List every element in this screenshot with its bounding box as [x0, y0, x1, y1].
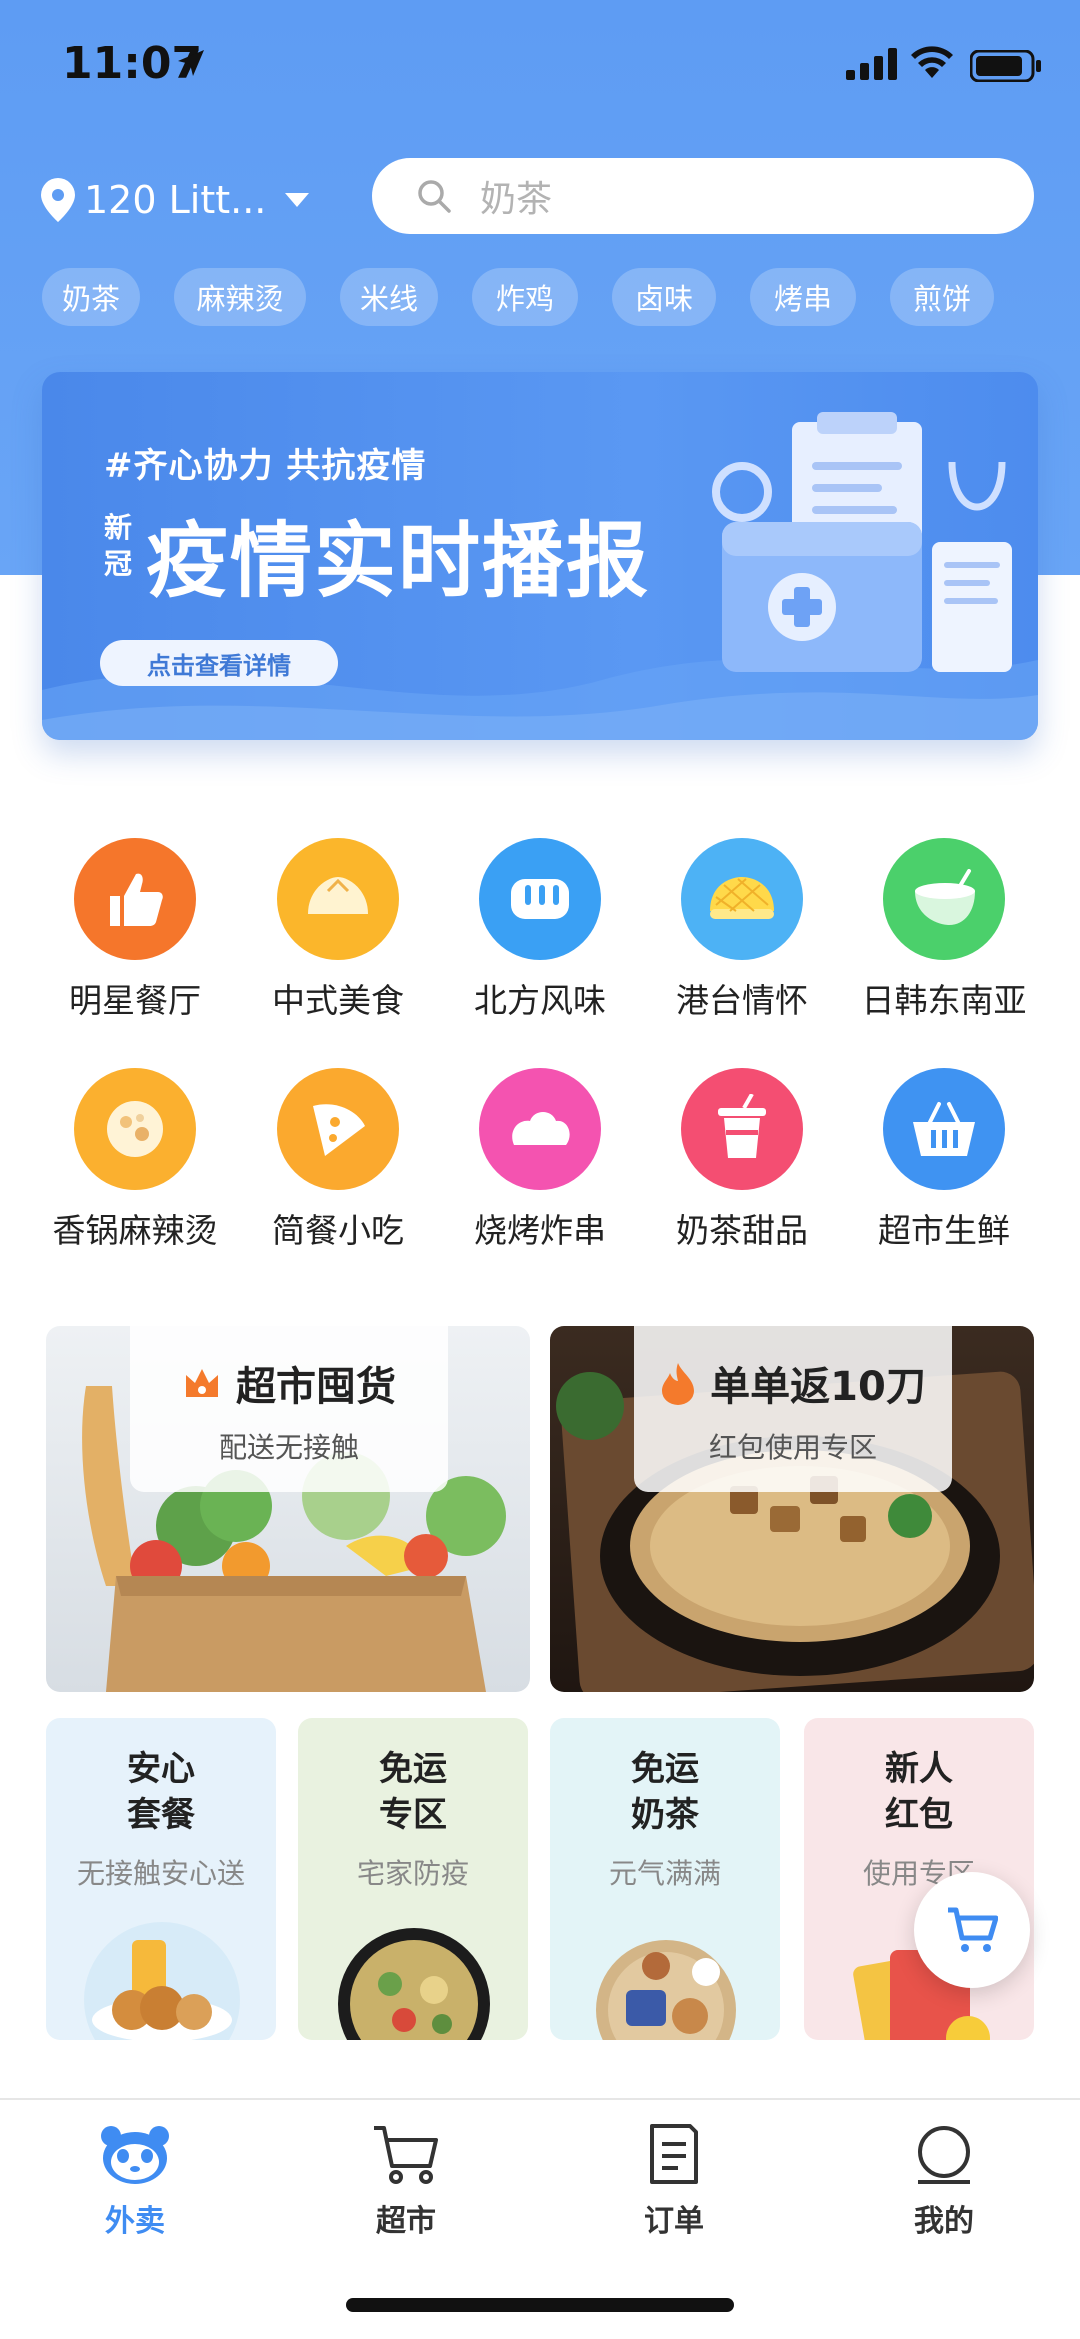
- mini-card-title: 免运 奶茶: [631, 1749, 699, 1835]
- flame-icon: [662, 1363, 695, 1405]
- tab-label: 我的: [914, 2204, 974, 2239]
- tag-item[interactable]: 麻辣烫: [174, 268, 306, 326]
- app-screen: { "status_bar": {"time": "11:07"}, "head…: [0, 0, 1080, 2339]
- hot-pot-icon: [74, 1068, 196, 1190]
- search-bar[interactable]: 奶茶: [372, 158, 1034, 234]
- wifi-icon: [911, 46, 953, 78]
- pineapple-bun-icon: [681, 838, 803, 960]
- tab-label: 订单: [644, 2204, 704, 2239]
- mini-card-subtitle: 无接触安心送: [76, 1857, 245, 1890]
- category-label: 烧烤炸串: [474, 1211, 606, 1250]
- cart-icon: [948, 1907, 998, 1952]
- location-arrow-icon: [178, 50, 204, 76]
- cellular-signal-icon: [846, 48, 897, 80]
- category-label: 明星餐厅: [69, 981, 201, 1020]
- chevron-down-icon: [285, 193, 310, 207]
- tag-item[interactable]: 煎饼: [890, 268, 994, 326]
- coconut-icon: [883, 838, 1005, 960]
- tag-item[interactable]: 米线: [340, 268, 438, 326]
- promo-caption: 单单返10刀 红包使用专区: [634, 1326, 952, 1492]
- tab-orders[interactable]: 订单: [594, 2122, 754, 2240]
- location-label: 120 Litt...: [84, 178, 267, 222]
- tea-snacks-image: [596, 1940, 736, 2040]
- promo-subtitle: 配送无接触: [218, 1431, 359, 1464]
- category-label: 超市生鲜: [878, 1211, 1010, 1250]
- bread-icon: [479, 838, 601, 960]
- category-item-northern-flavor[interactable]: 北方风味: [440, 838, 640, 1022]
- category-label: 简餐小吃: [272, 1211, 404, 1250]
- category-item-supermarket[interactable]: 超市生鲜: [844, 1068, 1044, 1252]
- crown-icon: [186, 1369, 218, 1397]
- category-item-bbq[interactable]: 烧烤炸串: [440, 1068, 640, 1252]
- category-label: 港台情怀: [676, 981, 808, 1020]
- basket-icon: [883, 1068, 1005, 1190]
- milk-tea-cup-icon: [681, 1068, 803, 1190]
- home-indicator: [346, 2298, 734, 2312]
- tag-item[interactable]: 烤串: [750, 268, 856, 326]
- mini-card-title: 新人 红包: [885, 1749, 953, 1835]
- fried-food-plate-image: [84, 1922, 240, 2040]
- promo-card-cashback[interactable]: 单单返10刀 红包使用专区: [550, 1326, 1034, 1692]
- category-item-japan-korea-sea[interactable]: 日韩东南亚: [844, 838, 1044, 1022]
- mini-card-subtitle: 宅家防疫: [356, 1857, 469, 1890]
- salad-bowl-image: [338, 1928, 490, 2040]
- tag-item[interactable]: 奶茶: [42, 268, 140, 326]
- category-item-hot-pot[interactable]: 香锅麻辣烫: [35, 1068, 235, 1252]
- promo-card-supermarket[interactable]: 超市囤货 配送无接触: [46, 1326, 530, 1692]
- panda-icon: [101, 2126, 169, 2184]
- steamed-bun-icon: [277, 838, 399, 960]
- search-placeholder: 奶茶: [480, 179, 553, 220]
- floating-cart-button[interactable]: [914, 1872, 1030, 1988]
- category-item-hk-taiwan[interactable]: 港台情怀: [642, 838, 842, 1022]
- hot-search-tags: 奶茶 麻辣烫 米线 炸鸡 卤味 烤串 煎饼: [42, 268, 994, 326]
- location-pin-icon: [41, 178, 75, 222]
- battery-icon: [970, 50, 1041, 82]
- category-label: 香锅麻辣烫: [52, 1211, 218, 1250]
- tab-profile[interactable]: 我的: [864, 2122, 1024, 2240]
- cart-icon: [374, 2126, 438, 2184]
- tag-item[interactable]: 炸鸡: [472, 268, 578, 326]
- promo-title: 超市囤货: [236, 1364, 396, 1410]
- mini-card-title: 免运 专区: [379, 1749, 447, 1835]
- tag-item[interactable]: 卤味: [612, 268, 716, 326]
- tab-supermarket[interactable]: 超市: [326, 2122, 486, 2240]
- tab-label: 外卖: [105, 2204, 165, 2239]
- thumbs-up-icon: [74, 838, 196, 960]
- promo-subtitle: 红包使用专区: [708, 1431, 877, 1464]
- search-icon: [418, 180, 451, 213]
- roast-chicken-icon: [479, 1068, 601, 1190]
- banner-hashtag: #齐心协力 共抗疫情: [104, 446, 427, 486]
- mini-card-safe-meal[interactable]: 安心 套餐 无接触安心送: [46, 1718, 276, 2040]
- pizza-slice-icon: [277, 1068, 399, 1190]
- profile-icon: [918, 2126, 970, 2184]
- mini-card-free-delivery[interactable]: 免运 专区 宅家防疫: [298, 1718, 528, 2040]
- category-label: 日韩东南亚: [861, 981, 1027, 1020]
- location-selector[interactable]: 120 Litt...: [38, 170, 316, 230]
- category-item-star-restaurant[interactable]: 明星餐厅: [35, 838, 235, 1022]
- document-icon: [650, 2124, 698, 2184]
- category-label: 中式美食: [272, 981, 404, 1020]
- category-label: 北方风味: [474, 981, 606, 1020]
- banner-badge: 新冠: [104, 511, 133, 580]
- mini-card-free-milk-tea[interactable]: 免运 奶茶 元气满满: [550, 1718, 780, 2040]
- category-item-milk-tea[interactable]: 奶茶甜品: [642, 1068, 842, 1252]
- promo-caption: 超市囤货 配送无接触: [130, 1326, 448, 1492]
- status-bar: 11:07: [0, 0, 1080, 130]
- tab-takeout[interactable]: 外卖: [55, 2122, 215, 2240]
- epidemic-banner[interactable]: #齐心协力 共抗疫情 新冠 疫情实时播报 点击查看详情: [42, 372, 1038, 740]
- banner-detail-button[interactable]: 点击查看详情: [100, 640, 338, 686]
- tab-label: 超市: [376, 2204, 436, 2239]
- category-label: 奶茶甜品: [676, 1211, 808, 1250]
- banner-title: 疫情实时播报: [146, 514, 651, 609]
- promo-title: 单单返10刀: [710, 1364, 926, 1410]
- category-item-chinese-food[interactable]: 中式美食: [238, 838, 438, 1022]
- medical-kit-illustration: [712, 412, 1012, 672]
- category-item-snacks[interactable]: 简餐小吃: [238, 1068, 438, 1252]
- mini-card-subtitle: 元气满满: [608, 1857, 721, 1890]
- mini-card-title: 安心 套餐: [127, 1749, 195, 1835]
